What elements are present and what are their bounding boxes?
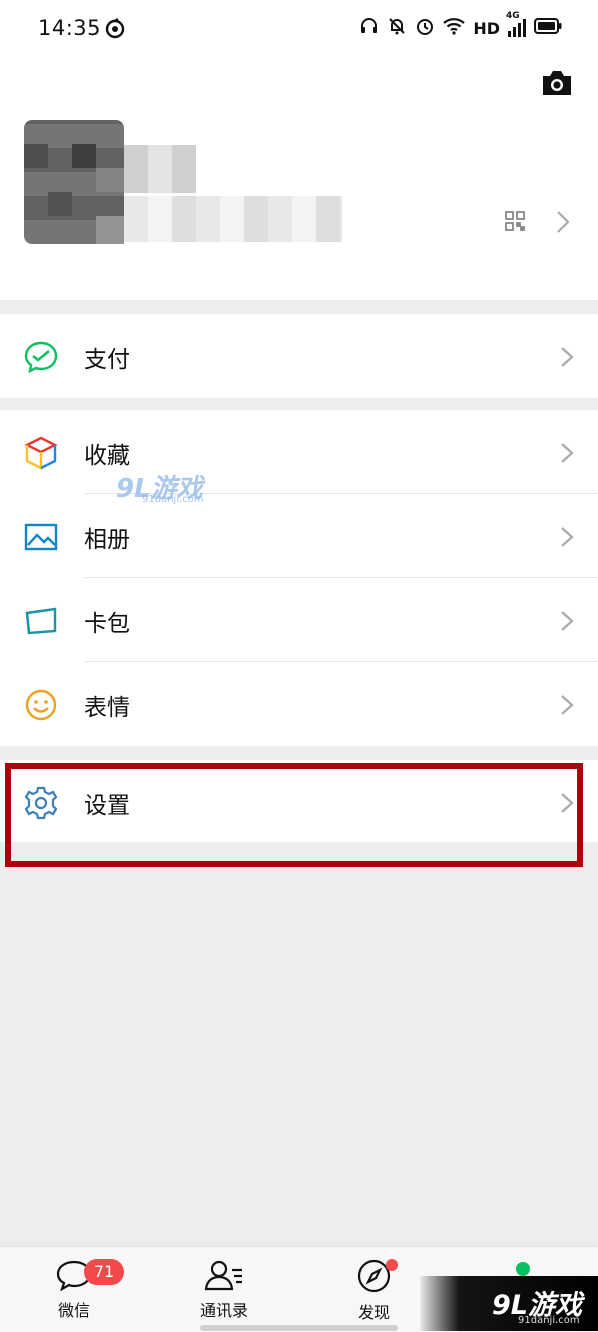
unread-badge: 71 bbox=[84, 1259, 124, 1285]
contacts-icon bbox=[204, 1260, 244, 1295]
card-icon bbox=[24, 604, 58, 638]
alarm-icon bbox=[415, 16, 435, 40]
qr-code-icon[interactable] bbox=[505, 211, 525, 235]
netease-music-icon bbox=[104, 17, 126, 43]
tab-label: 通讯录 bbox=[199, 1301, 248, 1320]
status-time: 14:35 bbox=[38, 16, 102, 40]
brand-watermark-site: 91danji.com bbox=[518, 1315, 580, 1326]
compass-icon bbox=[357, 1259, 391, 1297]
menu-item-label: 收藏 bbox=[84, 443, 130, 469]
bell-muted-icon bbox=[387, 16, 407, 40]
camera-icon[interactable] bbox=[540, 69, 574, 101]
tab-label: 发现 bbox=[357, 1303, 390, 1322]
wifi-icon bbox=[443, 17, 466, 39]
home-indicator bbox=[200, 1325, 398, 1331]
wechat-id-blurred bbox=[124, 196, 342, 242]
chevron-right-icon bbox=[560, 526, 574, 552]
menu-item-cards[interactable]: 卡包 bbox=[0, 578, 598, 662]
chevron-right-icon bbox=[560, 442, 574, 468]
battery-icon bbox=[534, 18, 562, 38]
chevron-right-icon bbox=[560, 346, 574, 372]
tab-contacts[interactable]: 通讯录 bbox=[174, 1259, 274, 1321]
chevron-right-icon bbox=[560, 694, 574, 720]
signal-icon: 4G bbox=[506, 11, 526, 37]
cube-icon bbox=[24, 436, 58, 470]
menu-item-album[interactable]: 相册 bbox=[0, 494, 598, 578]
status-icons: HD 4G bbox=[359, 11, 562, 40]
menu-item-label: 相册 bbox=[84, 527, 130, 553]
nickname-blurred bbox=[124, 145, 196, 193]
tab-discover[interactable]: 发现 bbox=[324, 1259, 424, 1323]
menu-item-stickers[interactable]: 表情 bbox=[0, 662, 598, 746]
smiley-icon bbox=[24, 688, 58, 722]
menu-item-pay[interactable]: 支付 bbox=[0, 314, 598, 398]
hd-label: HD bbox=[473, 18, 500, 38]
me-tab-dot bbox=[516, 1262, 530, 1276]
avatar[interactable] bbox=[24, 120, 124, 244]
menu-group-pay: 支付 bbox=[0, 314, 598, 398]
menu-group-main: 收藏 相册 卡包 表情 bbox=[0, 410, 598, 746]
image-icon bbox=[24, 520, 58, 554]
menu-item-label: 支付 bbox=[84, 347, 130, 373]
chevron-right-icon bbox=[560, 610, 574, 636]
menu-item-label: 表情 bbox=[84, 695, 130, 721]
tab-label: 微信 bbox=[57, 1301, 90, 1320]
menu-item-label: 卡包 bbox=[84, 611, 130, 637]
signal-4g-label: 4G bbox=[506, 11, 520, 21]
watermark-site: 91danji.com bbox=[142, 494, 204, 505]
wechat-pay-icon bbox=[24, 340, 58, 374]
discover-red-dot bbox=[386, 1259, 398, 1271]
menu-item-favorites[interactable]: 收藏 bbox=[0, 410, 598, 494]
headset-icon bbox=[359, 16, 379, 40]
profile-chevron-icon bbox=[556, 210, 570, 238]
settings-highlight-box bbox=[5, 763, 583, 867]
